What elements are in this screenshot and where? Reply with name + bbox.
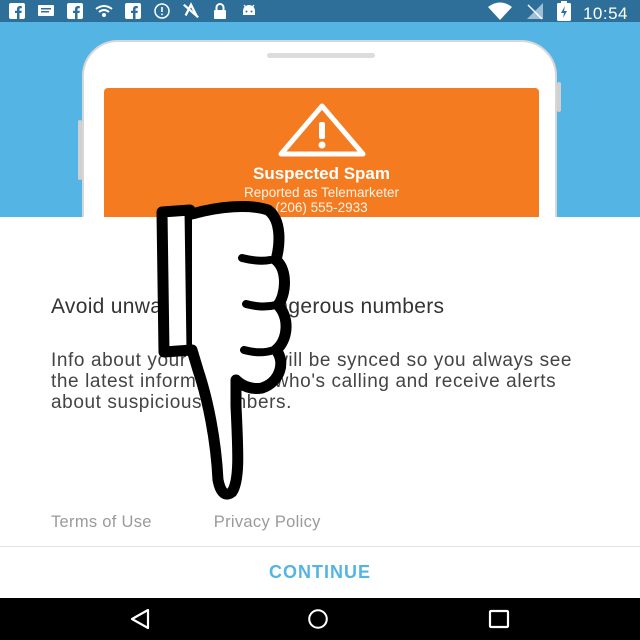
- wifi-sync-icon: [95, 2, 113, 20]
- page-title: Avoid unwanted and dangerous numbers: [51, 295, 445, 318]
- description-text: Info about your contacts will be synced …: [51, 350, 573, 413]
- phone-speaker: [267, 53, 375, 58]
- header-illustration: Suspected Spam Reported as Telemarketer …: [0, 22, 640, 217]
- terms-of-use-link[interactable]: Terms of Use: [51, 513, 152, 532]
- phone-side-button: [557, 82, 561, 112]
- privacy-policy-link[interactable]: Privacy Policy: [214, 513, 321, 532]
- back-icon[interactable]: [128, 608, 152, 630]
- legal-links: Terms of Use Privacy Policy: [51, 513, 321, 532]
- lock-icon: [211, 2, 229, 20]
- onboarding-content: Avoid unwanted and dangerous numbers Inf…: [0, 217, 640, 598]
- divider: [0, 546, 640, 547]
- no-sync-icon: [182, 2, 200, 20]
- clock: 10:54: [582, 3, 628, 23]
- continue-button[interactable]: CONTINUE: [0, 562, 640, 583]
- notification-icons: [8, 2, 258, 20]
- facebook-icon: [124, 2, 142, 20]
- recents-icon[interactable]: [487, 608, 511, 630]
- android-icon: [240, 2, 258, 20]
- status-bar: 10:54: [0, 0, 640, 23]
- info-icon: [153, 2, 171, 20]
- spam-title: Suspected Spam: [253, 164, 390, 183]
- facebook-icon: [66, 2, 84, 20]
- message-icon: [37, 2, 55, 20]
- spam-alert-card: Suspected Spam Reported as Telemarketer …: [104, 88, 539, 217]
- navigation-bar: [0, 598, 640, 640]
- spam-subtitle: Reported as Telemarketer: [243, 185, 400, 200]
- facebook-icon: [8, 2, 26, 20]
- thumbs-down-icon: [156, 201, 292, 500]
- phone-illustration: Suspected Spam Reported as Telemarketer …: [82, 40, 557, 217]
- home-icon[interactable]: [306, 608, 330, 630]
- warning-icon: [277, 102, 367, 163]
